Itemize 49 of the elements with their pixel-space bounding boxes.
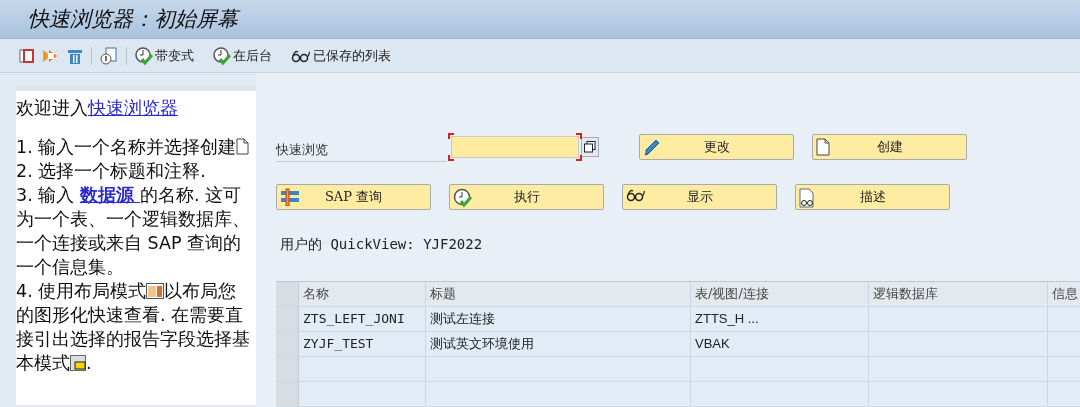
- copy-button[interactable]: [17, 46, 37, 65]
- table-cell: VBAK: [691, 332, 869, 356]
- column-header[interactable]: 名称: [299, 282, 426, 306]
- row-selector[interactable]: [276, 332, 299, 356]
- describe-button[interactable]: 描述: [795, 184, 950, 210]
- user-quickview-label: 用户的 QuickView: YJF2022: [280, 236, 484, 254]
- column-header[interactable]: 信息: [1048, 282, 1080, 306]
- clock-check-icon: [135, 46, 153, 65]
- document-icon: [816, 138, 830, 156]
- glasses-icon: [291, 48, 311, 63]
- table-cell: 测试英文环境使用: [426, 332, 691, 356]
- row-selector[interactable]: [276, 307, 299, 331]
- saved-lists-button[interactable]: 已保存的列表: [289, 45, 393, 66]
- query-tool-icon: [280, 188, 302, 206]
- background-button[interactable]: 在后台: [211, 45, 274, 66]
- clock-check-icon: [453, 188, 473, 208]
- sap-query-button[interactable]: SAP 查询: [276, 184, 431, 210]
- pencil-icon: [643, 138, 661, 156]
- row-selector[interactable]: [276, 357, 299, 381]
- info-button[interactable]: [98, 45, 120, 66]
- help-step: 4. 使用布局模式 以布局您的图形化快速查看. 在需要直接引出选择的报告字段选择基本模式 .: [16, 279, 256, 375]
- column-header[interactable]: 标题: [426, 282, 691, 306]
- basic-mode-icon: [70, 355, 86, 371]
- welcome-text: 欢迎进入: [16, 97, 88, 118]
- column-header[interactable]: 表/视图/连接: [691, 282, 869, 306]
- execute-button[interactable]: 执行: [449, 184, 604, 210]
- table-cell: ZYJF_TEST: [299, 332, 426, 356]
- table-cell: ZTTS_H ...: [691, 307, 869, 331]
- glasses-icon: [626, 188, 646, 202]
- create-button[interactable]: 创建: [812, 134, 967, 160]
- document-icon: [236, 138, 250, 155]
- document-glasses-icon: [799, 188, 815, 208]
- help-step: 1. 输入一个名称并选择创建: [16, 135, 256, 159]
- variant-button[interactable]: 带变式: [133, 45, 196, 66]
- column-header[interactable]: 逻辑数据库: [869, 282, 1048, 306]
- help-step: 2. 选择一个标题和注释.: [16, 159, 256, 183]
- help-step: 3. 输入 数据源 的名称. 这可为一个表、一个逻辑数据库、一个连接或来自 SAP 查询的一个信息集。: [16, 183, 256, 279]
- table-cell: 测试左连接: [426, 307, 691, 331]
- value-help-button[interactable]: [581, 137, 599, 157]
- select-all-cell[interactable]: [276, 282, 299, 306]
- clock-check-icon: [213, 46, 231, 65]
- field-label: 快速浏览: [276, 140, 446, 162]
- quickviewer-link[interactable]: 快速浏览器: [88, 97, 178, 118]
- display-button[interactable]: 显示: [622, 184, 777, 210]
- row-selector[interactable]: [276, 382, 299, 406]
- change-button[interactable]: 更改: [639, 134, 794, 160]
- layout-icon: [146, 283, 165, 299]
- table-cell: ZTS_LEFT_JONI: [299, 307, 426, 331]
- data-source-link[interactable]: 数据源: [79, 185, 140, 205]
